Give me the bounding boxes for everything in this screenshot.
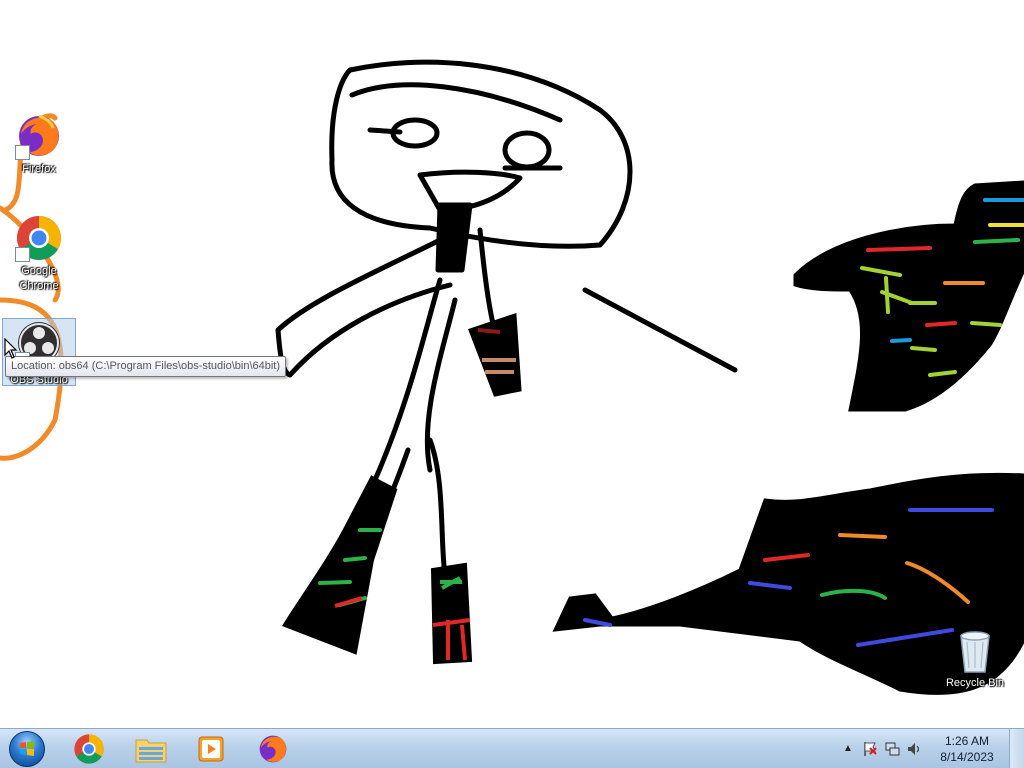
desktop-icon-firefox[interactable]: Firefox: [2, 112, 76, 177]
media-player-icon: [198, 736, 224, 762]
black-shape-top: [793, 180, 1024, 412]
chrome-icon: [74, 734, 104, 764]
desktop-icon-google-chrome[interactable]: Google Chrome: [2, 214, 76, 294]
clock-time: 1:26 AM: [944, 733, 990, 748]
clock-date: 8/14/2023: [940, 749, 994, 764]
start-button[interactable]: [4, 731, 50, 767]
firefox-icon: [259, 735, 287, 763]
show-hidden-icons-chevron[interactable]: ▲: [840, 741, 856, 757]
windows-logo-icon: [9, 731, 45, 767]
obs-location-tooltip: Location: obs64 (C:\Program Files\obs-st…: [5, 356, 287, 377]
icon-label: Recycle Bin: [945, 677, 1005, 689]
network-icon[interactable]: [884, 741, 900, 757]
taskbar-firefox-button[interactable]: [246, 731, 300, 767]
action-center-flag-icon[interactable]: [862, 741, 878, 757]
volume-icon[interactable]: [906, 741, 922, 757]
left-leg: [282, 475, 398, 655]
taskbar-chrome-button[interactable]: [62, 731, 116, 767]
icon-label: Google Chrome: [19, 265, 59, 292]
system-tray: ▲ 1:26 AM 8/14/2023: [837, 729, 1024, 768]
show-desktop-button[interactable]: [1009, 729, 1024, 768]
taskbar: ▲ 1:26 AM 8/14/2023: [0, 728, 1024, 768]
taskbar-media-player-button[interactable]: [184, 731, 238, 767]
taskbar-file-explorer-button[interactable]: [124, 731, 178, 767]
desktop-icon-recycle-bin[interactable]: Recycle Bin: [938, 628, 1012, 691]
recycle-bin-icon: [960, 631, 990, 673]
icon-label: Firefox: [22, 163, 56, 175]
clock[interactable]: 1:26 AM 8/14/2023: [929, 733, 1005, 765]
mouse-cursor-icon: [4, 338, 18, 359]
file-explorer-icon: [135, 739, 167, 763]
